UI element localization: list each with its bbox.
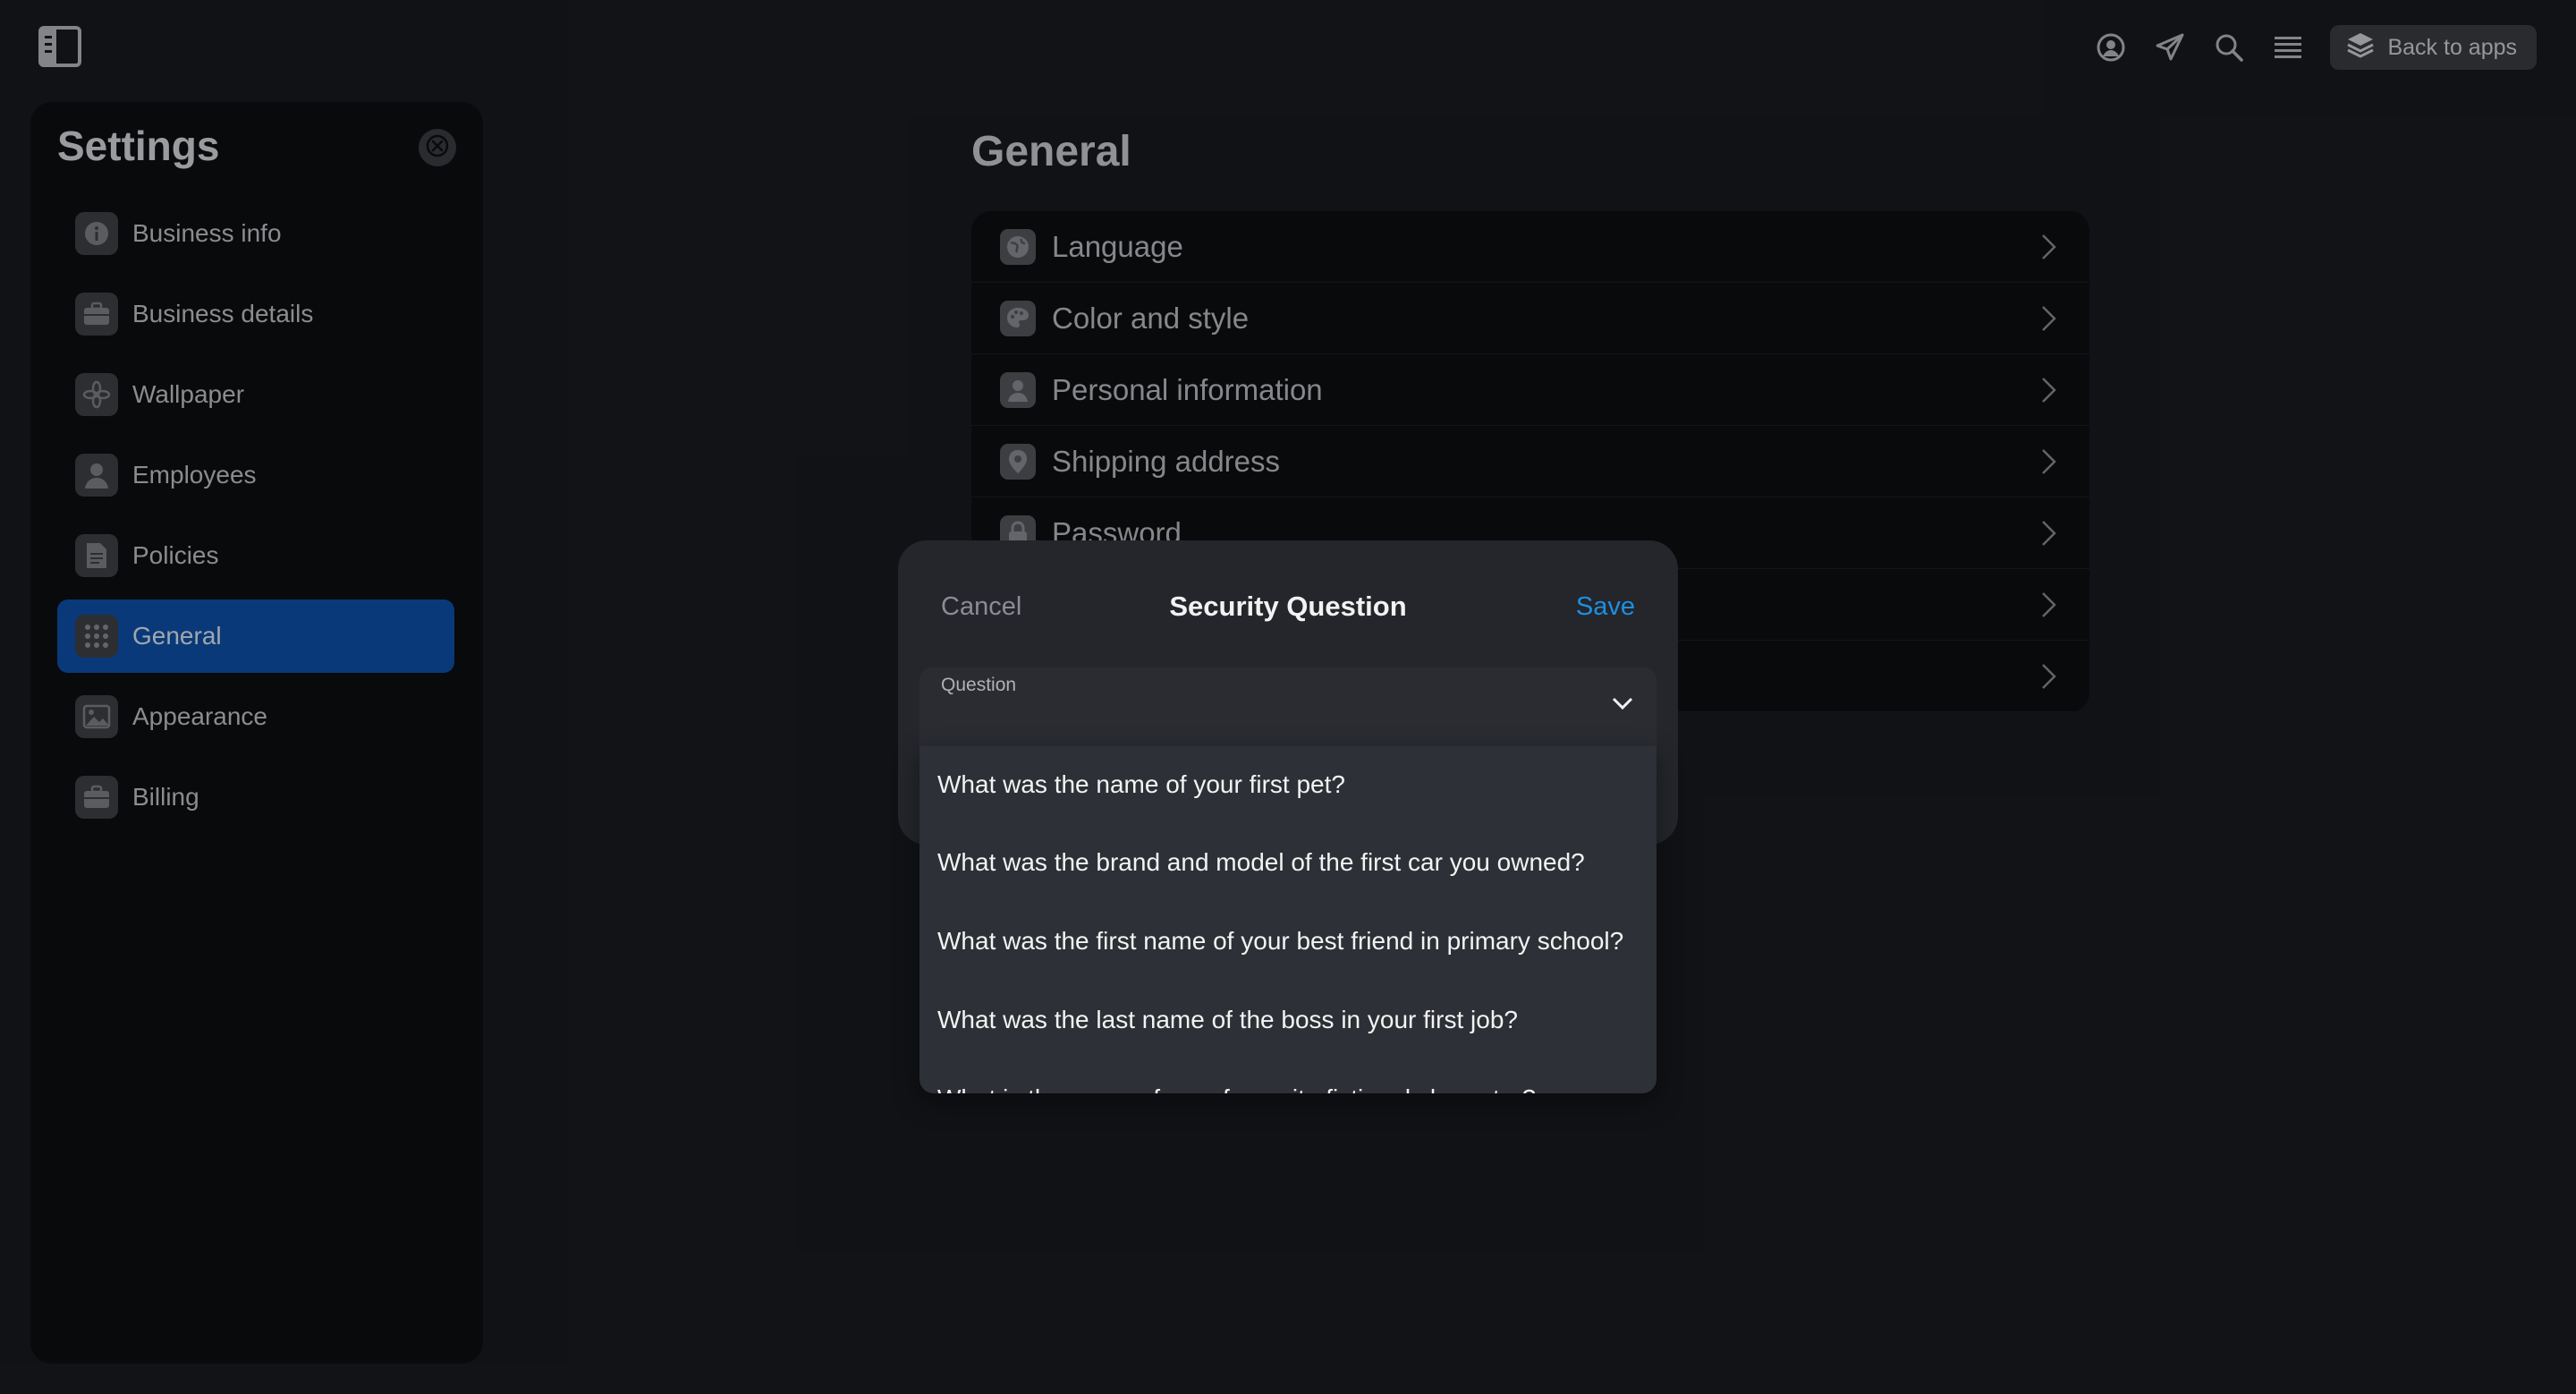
question-select[interactable]: Question bbox=[919, 667, 1657, 746]
question-field-label: Question bbox=[941, 675, 1017, 695]
dropdown-option[interactable]: What was the first name of your best fri… bbox=[919, 902, 1657, 981]
dropdown-option[interactable]: What is the name of your favourite ficti… bbox=[919, 1059, 1657, 1093]
question-dropdown: What was the name of your first pet? Wha… bbox=[919, 746, 1657, 1093]
modal-title: Security Question bbox=[1169, 591, 1407, 622]
dropdown-option[interactable]: What was the brand and model of the firs… bbox=[919, 823, 1657, 902]
save-button[interactable]: Save bbox=[1576, 592, 1635, 622]
chevron-down-icon bbox=[1610, 694, 1635, 717]
dropdown-option[interactable]: What was the name of your first pet? bbox=[919, 746, 1657, 823]
dropdown-option[interactable]: What was the last name of the boss in yo… bbox=[919, 981, 1657, 1059]
